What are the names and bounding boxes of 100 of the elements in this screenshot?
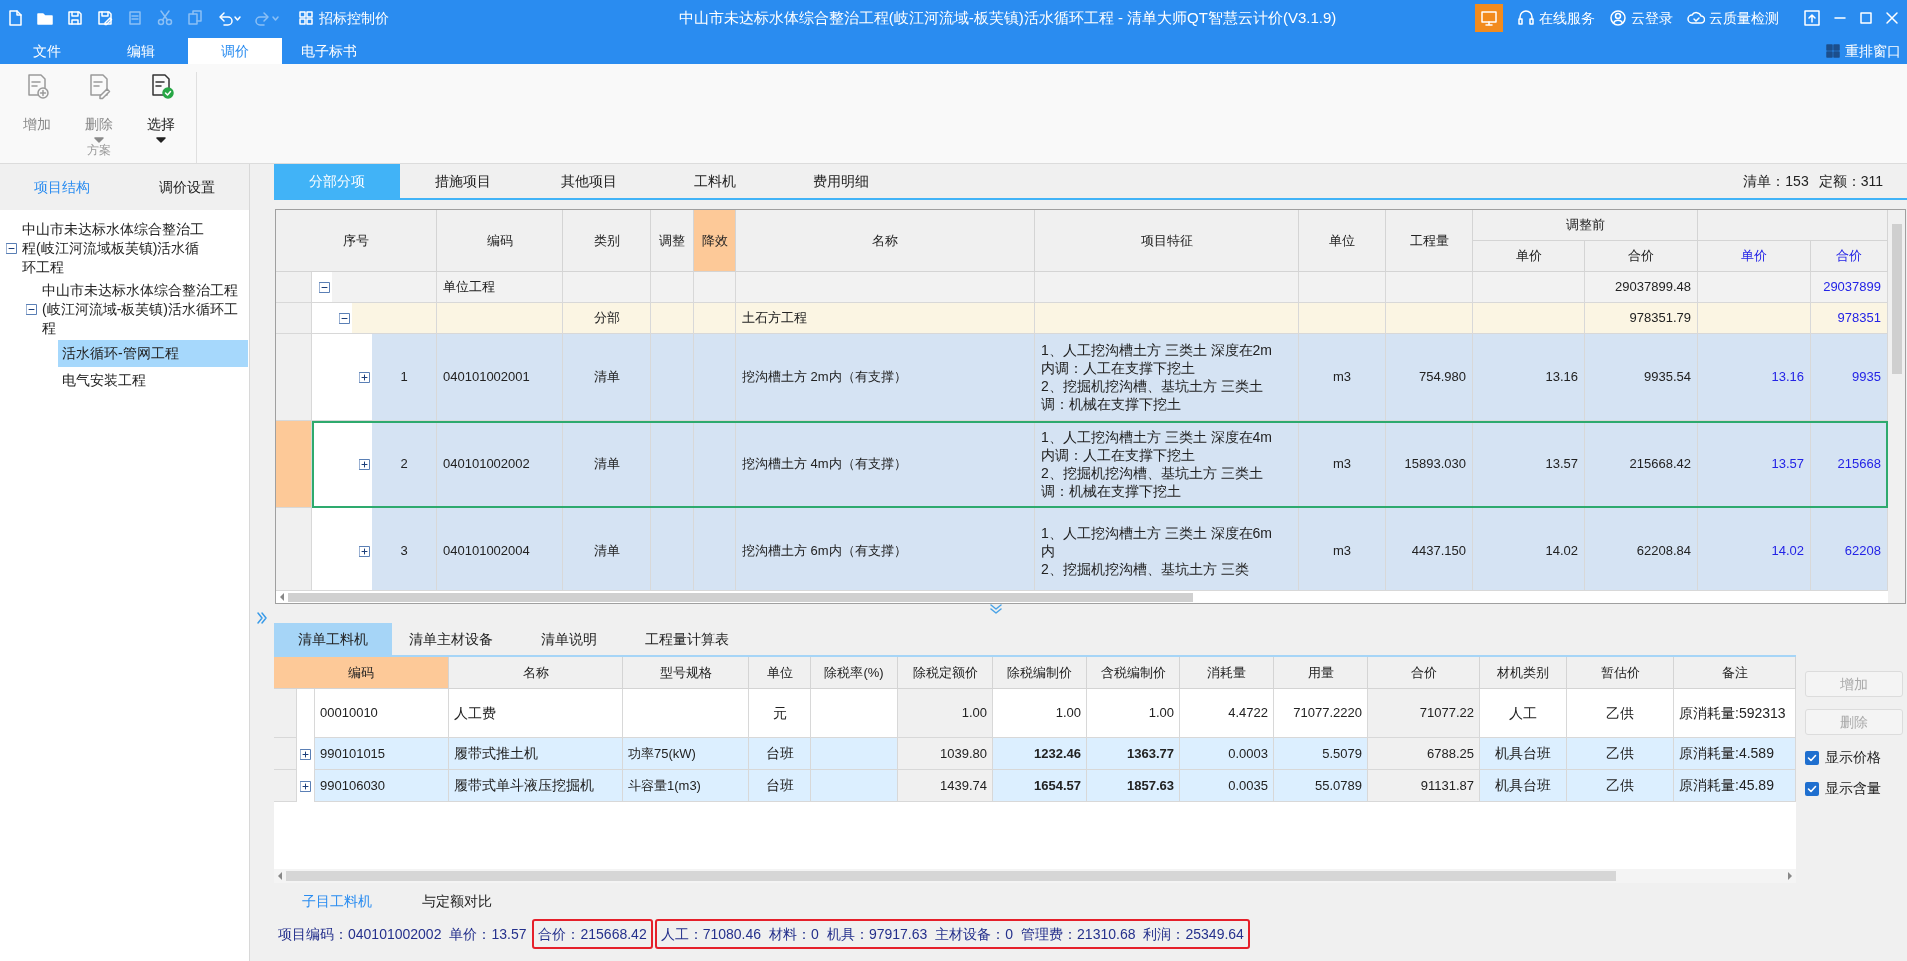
collapse-icon[interactable] [25, 304, 37, 315]
maximize-icon[interactable] [1859, 11, 1873, 25]
main-tab[interactable]: 工料机 [652, 164, 778, 198]
collapse-icon[interactable] [339, 312, 350, 324]
main-tab[interactable]: 其他项目 [526, 164, 652, 198]
detail-tab[interactable]: 清单工料机 [274, 623, 392, 655]
detail-tab[interactable]: 清单主材设备 [392, 623, 510, 655]
row-number: 3 [400, 542, 408, 561]
column-header[interactable]: 合价 [1811, 241, 1888, 272]
column-header[interactable]: 单位 [749, 657, 811, 689]
sidebar-tab[interactable]: 调价设置 [124, 164, 249, 210]
column-header[interactable]: 暂估价 [1567, 657, 1674, 689]
table-cell: 1.00 [898, 689, 993, 738]
main-tab[interactable]: 措施项目 [400, 164, 526, 198]
tree-item[interactable]: 电气安装工程 [58, 367, 248, 394]
column-header[interactable]: 编码 [437, 210, 563, 272]
status-text: 单价：13.57 [449, 924, 527, 944]
expand-down-icon[interactable] [988, 604, 1003, 614]
column-header[interactable]: 单价 [1698, 241, 1811, 272]
table-row[interactable]: 单位工程 29037899.48 29037899 [312, 272, 1888, 303]
monitor-icon[interactable] [1475, 4, 1503, 32]
column-header[interactable]: 单位 [1299, 210, 1386, 272]
expand-icon[interactable] [359, 545, 370, 557]
status-text: 利润：25349.64 [1143, 924, 1244, 944]
column-header[interactable]: 降效 [694, 210, 736, 272]
detail-tab[interactable]: 工程量计算表 [628, 623, 746, 655]
headset-icon [1517, 9, 1535, 27]
column-header[interactable]: 调整 [651, 210, 694, 272]
table-cell: 1039.80 [898, 738, 993, 770]
status-text: 机具：97917.63 [826, 924, 928, 944]
status-text: 合价：215668.42 [538, 924, 647, 944]
expand-icon[interactable] [359, 458, 370, 470]
column-header[interactable]: 序号 [276, 210, 437, 272]
column-header[interactable]: 用量 [1274, 657, 1368, 689]
upload-icon[interactable] [1803, 9, 1821, 27]
checkbox[interactable] [1805, 781, 1819, 796]
scroll-left-icon[interactable] [276, 871, 284, 881]
table-row[interactable]: 2 040101002002 清单 挖沟槽土方 4m内（有支撑） 1、人工挖沟槽土方 三类土 深度在4m内调：人工在支撑下挖土 2、挖掘机挖沟槽、基坑土方 三类土调：机械在支撑下挖土 m3 15893.030 13.57 215668.42 13.57 215668 [312, 421, 1888, 508]
column-header[interactable]: 消耗量 [1180, 657, 1274, 689]
expand-icon[interactable] [300, 780, 311, 792]
ribbon-button[interactable]: 选择 [130, 72, 192, 143]
table-cell: 履带式单斗液压挖掘机 [449, 770, 623, 802]
collapse-icon[interactable] [319, 281, 330, 293]
scroll-left-icon[interactable] [278, 592, 286, 602]
table-cell: 0.0035 [1180, 770, 1274, 802]
new-file-icon[interactable] [6, 9, 24, 27]
table-cell: 1439.74 [898, 770, 993, 802]
scroll-right-icon[interactable] [1786, 871, 1794, 881]
column-header[interactable]: 含税编制价 [1087, 657, 1180, 689]
column-header[interactable]: 材机类别 [1480, 657, 1567, 689]
vertical-scrollbar[interactable] [1891, 224, 1902, 374]
save-icon[interactable] [66, 9, 84, 27]
tree-item[interactable]: 活水循环-管网工程 [58, 340, 248, 367]
count-label: 定额：311 [1818, 172, 1883, 191]
user-circle-icon [1609, 9, 1627, 27]
table-row[interactable]: 1 040101002001 清单 挖沟槽土方 2m内（有支撑） 1、人工挖沟槽土方 三类土 深度在2m内调：人工在支撑下挖土 2、挖掘机挖沟槽、基坑土方 三类土调：机械在支撑下挖土 m3 754.980 13.16 9935.54 13.16 9935 [312, 334, 1888, 421]
column-header[interactable]: 合价 [1368, 657, 1480, 689]
main-tab[interactable]: 费用明细 [778, 164, 904, 198]
column-header[interactable]: 备注 [1674, 657, 1796, 689]
checkbox[interactable] [1805, 750, 1819, 765]
column-header[interactable]: 工程量 [1386, 210, 1473, 272]
menu-tab[interactable]: 调价 [188, 38, 282, 64]
table-cell: 1654.57 [993, 770, 1087, 802]
collapse-icon[interactable] [5, 243, 17, 254]
column-header[interactable]: 名称 [449, 657, 623, 689]
collapse-panel-icon[interactable] [256, 610, 268, 625]
expand-icon[interactable] [359, 371, 370, 383]
column-header[interactable]: 型号规格 [623, 657, 749, 689]
close-icon[interactable] [1885, 11, 1899, 25]
horizontal-scrollbar[interactable] [286, 871, 1616, 881]
footer-tab[interactable]: 与定额对比 [422, 890, 492, 912]
column-header[interactable]: 编码 [274, 657, 449, 689]
tree-item[interactable]: 中山市未达标水体综合整治工程(岐江河流域-板芙镇)活水循环工程 [38, 279, 238, 340]
expand-icon[interactable] [300, 748, 311, 760]
row-number: 1 [400, 368, 408, 387]
detail-tab[interactable]: 清单说明 [510, 623, 628, 655]
column-header[interactable]: 除税编制价 [993, 657, 1087, 689]
undo-icon[interactable] [216, 9, 242, 27]
status-text: 项目编码：040101002002 [278, 924, 442, 944]
table-row[interactable]: 3 040101002004 清单 挖沟槽土方 6m内（有支撑） 1、人工挖沟槽土方 三类土 深度在6m内 2、挖掘机挖沟槽、基坑土方 三类 m3 4437.150 14.02 62208.84 14.02 62208 [312, 508, 1888, 591]
save-as-icon[interactable] [96, 9, 114, 27]
screen-icon [1480, 10, 1498, 26]
tree-item[interactable]: 中山市未达标水体综合整治工程(岐江河流域板芙镇)活水循环工程 [18, 218, 212, 279]
column-header[interactable]: 类别 [563, 210, 651, 272]
column-header[interactable]: 项目特征 [1035, 210, 1299, 272]
table-row[interactable]: 分部 土石方工程 978351.79 978351 [312, 303, 1888, 334]
table-row[interactable]: 990106030 履带式单斗液压挖掘机 斗容量1(m3) 台班 1439.74 1654.57 1857.63 0.0035 55.0789 91131.87 机具台班 乙供 原消耗量:45.89 [274, 770, 1796, 802]
column-header[interactable]: 除税率(%) [811, 657, 898, 689]
window-title: 中山市未达标水体综合整治工程(岐江河流域-板芙镇)活水循环工程 - 清单大师QT智慧云计价(V3.1.9) [678, 7, 1337, 28]
column-header[interactable]: 合价 [1585, 241, 1698, 272]
status-text: 主材设备：0 [935, 924, 1014, 944]
table-cell: 乙供 [1567, 770, 1674, 802]
column-header[interactable]: 名称 [736, 210, 1035, 272]
column-group-header: 调整前 [1473, 210, 1698, 241]
column-header[interactable]: 除税定额价 [898, 657, 993, 689]
table-row[interactable]: 00010010 人工费 元 1.00 1.00 1.00 4.4722 71077.2220 71077.22 人工 乙供 原消耗量:592313 [274, 689, 1796, 738]
column-header[interactable]: 单价 [1473, 241, 1585, 272]
table-cell: 机具台班 [1480, 770, 1567, 802]
table-row[interactable]: 990101015 履带式推土机 功率75(kW) 台班 1039.80 1232.46 1363.77 0.0003 5.5079 6788.25 机具台班 乙供 原消耗量:4.589 [274, 738, 1796, 770]
horizontal-scrollbar[interactable] [288, 592, 1193, 602]
